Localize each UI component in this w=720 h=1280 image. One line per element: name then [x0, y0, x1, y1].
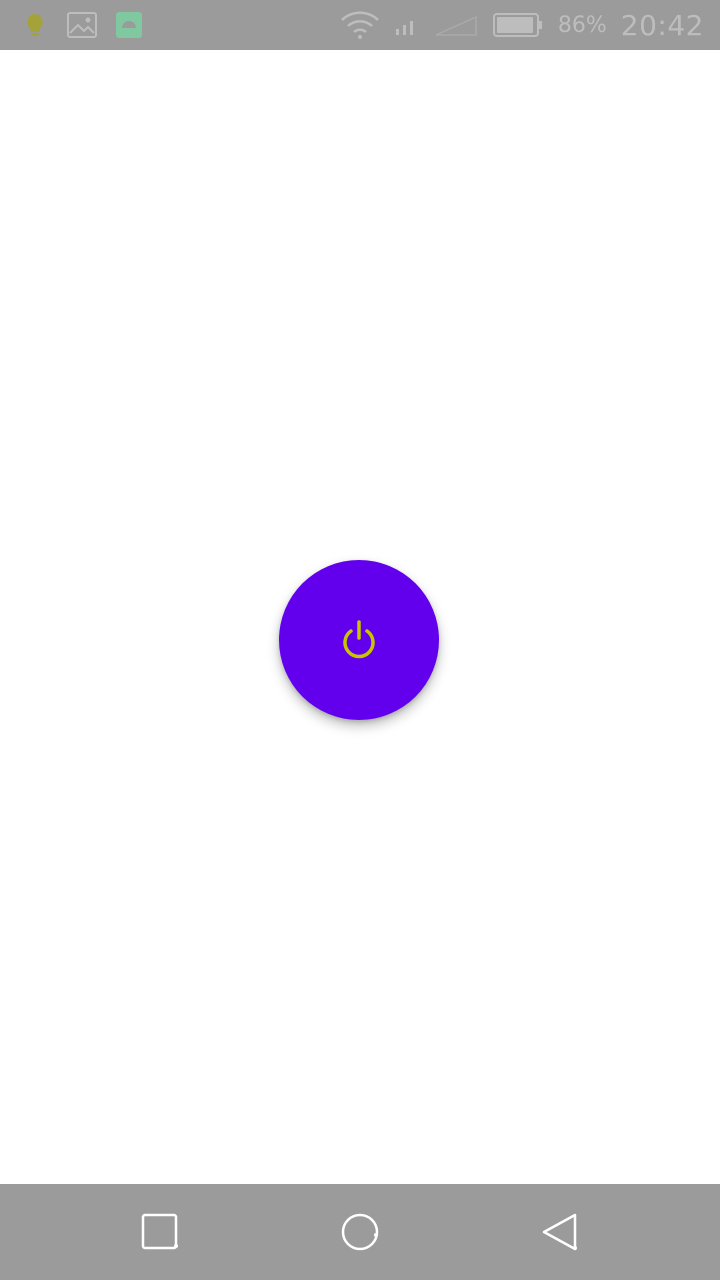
status-bar-system: 86% 20:42: [340, 0, 704, 50]
cell-signal-empty-icon: [434, 13, 478, 37]
main-content: [0, 50, 720, 1184]
recents-button[interactable]: [140, 1212, 180, 1252]
lightbulb-icon: [20, 10, 50, 40]
power-button[interactable]: [279, 560, 439, 720]
status-bar: 86% 20:42: [0, 0, 720, 50]
battery-icon: [492, 12, 544, 38]
wifi-icon: [340, 10, 380, 40]
battery-percent: 86%: [557, 12, 607, 38]
android-icon: [114, 10, 144, 40]
app-screen: 86% 20:42: [0, 0, 720, 1280]
back-button[interactable]: [540, 1212, 580, 1252]
back-triangle-icon: [540, 1212, 580, 1252]
power-icon: [339, 620, 379, 660]
image-icon: [66, 11, 98, 39]
cell-signal-icon: [394, 13, 420, 37]
navigation-bar: [0, 1184, 720, 1280]
clock: 20:42: [620, 8, 704, 42]
home-button[interactable]: [340, 1212, 380, 1252]
recents-square-icon: [140, 1212, 180, 1252]
status-bar-notifications: [20, 0, 144, 50]
home-circle-icon: [340, 1212, 380, 1252]
